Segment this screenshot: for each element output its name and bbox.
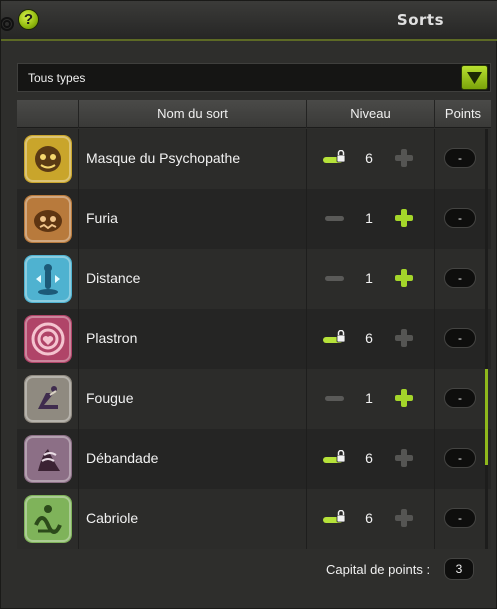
spells-window: ? Sorts Tous types Nom du sort Niveau Po… — [0, 0, 497, 609]
column-divider — [434, 309, 435, 369]
locked-minus-icon — [322, 509, 348, 526]
header-icon-column — [17, 100, 78, 128]
points-cost: - — [444, 328, 476, 348]
debandade-icon[interactable] — [24, 435, 72, 483]
spell-name: Distance — [86, 270, 141, 286]
increase-level-button[interactable] — [393, 207, 415, 229]
spell-type-selected: Tous types — [28, 71, 86, 85]
decrease-level-button[interactable] — [325, 216, 344, 221]
column-divider — [434, 129, 435, 189]
spell-level: 1 — [365, 270, 373, 286]
table-header: Nom du sort Niveau Points — [17, 100, 491, 128]
locked-minus-icon — [322, 329, 348, 346]
column-divider — [434, 249, 435, 309]
spells-table: Nom du sort Niveau Points Masque du Psyc… — [17, 100, 491, 550]
column-divider — [434, 189, 435, 249]
increase-level-button[interactable] — [393, 387, 415, 409]
increase-level-button[interactable] — [393, 327, 415, 349]
locked-minus-icon — [322, 449, 348, 466]
capital-label: Capital de points : — [326, 562, 431, 577]
locked-minus-icon — [322, 149, 348, 166]
increase-level-button[interactable] — [393, 507, 415, 529]
points-cost: - — [444, 508, 476, 528]
spell-type-dropdown[interactable]: Tous types — [17, 63, 491, 92]
column-divider — [434, 429, 435, 489]
column-divider — [306, 189, 307, 249]
table-row[interactable]: Furia 1 - — [17, 189, 491, 249]
table-row[interactable]: Plastron 6 - — [17, 309, 491, 369]
column-divider — [78, 129, 79, 189]
column-divider — [78, 249, 79, 309]
table-row[interactable]: Masque du Psychopathe 6 - — [17, 129, 491, 189]
table-row[interactable]: Fougue 1 - — [17, 369, 491, 429]
column-divider — [78, 189, 79, 249]
spell-level: 6 — [365, 510, 373, 526]
scrollbar-thumb[interactable] — [485, 369, 488, 465]
window-title: Sorts — [396, 11, 444, 29]
dropdown-toggle-button[interactable] — [461, 65, 488, 90]
decrease-level-button[interactable] — [325, 396, 344, 401]
column-divider — [434, 369, 435, 429]
header-points[interactable]: Points — [434, 100, 491, 128]
spell-level: 6 — [365, 450, 373, 466]
column-divider — [78, 489, 79, 549]
spell-level: 1 — [365, 390, 373, 406]
mask-icon[interactable] — [24, 135, 72, 183]
column-divider — [434, 489, 435, 549]
points-cost: - — [444, 148, 476, 168]
spell-name: Cabriole — [86, 510, 139, 526]
spell-level: 6 — [365, 150, 373, 166]
spell-level: 6 — [365, 330, 373, 346]
column-divider — [306, 129, 307, 189]
column-divider — [306, 309, 307, 369]
decrease-level-button[interactable] — [325, 276, 344, 281]
table-row[interactable]: Débandade 6 - — [17, 429, 491, 489]
distance-icon[interactable] — [24, 255, 72, 303]
capital-value: 3 — [444, 558, 474, 580]
cabriole-icon[interactable] — [24, 495, 72, 543]
header-level[interactable]: Niveau — [306, 100, 434, 128]
furia-icon[interactable] — [24, 195, 72, 243]
points-cost: - — [444, 208, 476, 228]
column-divider — [306, 249, 307, 309]
title-bar: ? Sorts — [1, 1, 497, 41]
spell-level: 1 — [365, 210, 373, 226]
points-cost: - — [444, 448, 476, 468]
column-divider — [306, 429, 307, 489]
spell-name: Furia — [86, 210, 118, 226]
scrollbar-track[interactable] — [485, 129, 488, 549]
fougue-icon[interactable] — [24, 375, 72, 423]
increase-level-button[interactable] — [393, 267, 415, 289]
chevron-down-icon — [467, 72, 482, 84]
spell-name: Débandade — [86, 450, 159, 466]
column-divider — [306, 369, 307, 429]
points-cost: - — [444, 268, 476, 288]
help-icon[interactable]: ? — [18, 9, 39, 30]
plastron-icon[interactable] — [24, 315, 72, 363]
increase-level-button[interactable] — [393, 147, 415, 169]
column-divider — [306, 489, 307, 549]
table-row[interactable]: Distance 1 - — [17, 249, 491, 309]
points-cost: - — [444, 388, 476, 408]
header-name[interactable]: Nom du sort — [78, 100, 306, 128]
table-row[interactable]: Cabriole 6 - — [17, 489, 491, 549]
column-divider — [78, 309, 79, 369]
spell-name: Masque du Psychopathe — [86, 150, 241, 166]
column-divider — [78, 429, 79, 489]
spell-name: Fougue — [86, 390, 134, 406]
column-divider — [78, 369, 79, 429]
increase-level-button[interactable] — [393, 447, 415, 469]
spell-name: Plastron — [86, 330, 138, 346]
